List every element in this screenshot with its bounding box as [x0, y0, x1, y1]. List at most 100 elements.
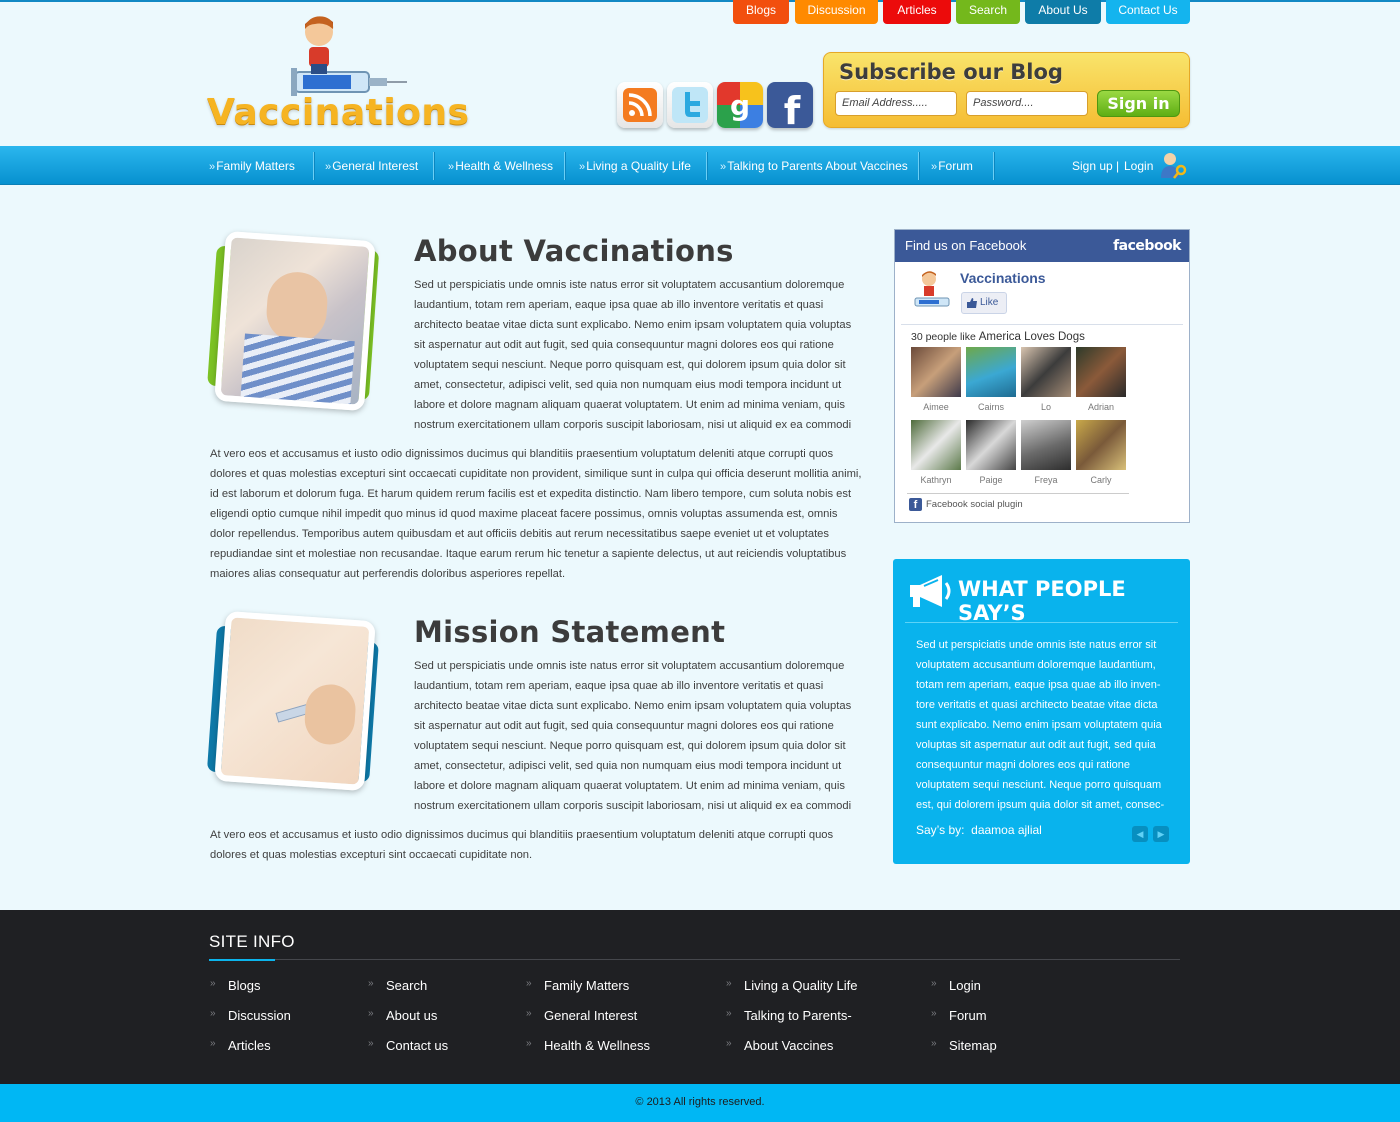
subscribe-box: Subscribe our Blog Email Address..... Pa… — [823, 52, 1190, 128]
footer-link-sitemap[interactable]: » Sitemap — [931, 1038, 997, 1053]
fan-name: Adrian — [1087, 402, 1114, 412]
facebook-icon[interactable]: f — [767, 82, 813, 128]
logo-text: Vaccinations — [207, 92, 470, 133]
facebook-likes-count: 30 people like America Loves Dogs — [911, 331, 1085, 343]
nav-living-quality-life[interactable]: » Living a Quality Life — [579, 154, 691, 178]
syringe-boy-icon — [291, 16, 407, 96]
fan-avatar[interactable] — [1076, 420, 1126, 470]
tab-contact-us[interactable]: Contact Us — [1106, 0, 1190, 24]
double-chevron-icon: » — [526, 1038, 531, 1049]
fan-avatar[interactable] — [911, 420, 961, 470]
tab-discussion[interactable]: Discussion — [795, 0, 878, 24]
testimonials-title: WHAT PEOPLE SAY’S — [958, 577, 1126, 625]
link-label: Discussion — [228, 1008, 291, 1023]
footer-link-family-matters[interactable]: » Family Matters — [526, 978, 629, 993]
about-paragraph-2: At vero eos et accusamus et iusto odio d… — [210, 448, 862, 580]
footer-link-about-vaccines[interactable]: » About Vaccines — [726, 1038, 833, 1053]
nav-divider — [993, 152, 994, 180]
top-border — [0, 0, 1400, 2]
fan-avatar[interactable] — [1021, 347, 1071, 397]
tab-search[interactable]: Search — [956, 0, 1020, 24]
double-chevron-icon: » — [726, 978, 731, 989]
footer-link-about-us[interactable]: » About us — [368, 1008, 437, 1023]
nav-divider — [433, 152, 434, 180]
footer-link-talking-to-parents[interactable]: » Talking to Parents- — [726, 1008, 852, 1023]
twitter-icon[interactable] — [667, 82, 713, 128]
link-label: Blogs — [228, 978, 261, 993]
footer-divider — [209, 959, 1180, 960]
double-chevron-icon: » — [931, 1008, 936, 1019]
footer-link-forum[interactable]: » Forum — [931, 1008, 987, 1023]
link-label: Search — [386, 978, 428, 993]
fan-name: Lo — [1040, 402, 1051, 412]
nav-divider — [706, 152, 707, 180]
nav-general-interest[interactable]: » General Interest — [325, 154, 418, 178]
signup-link[interactable]: Sign up — [1072, 154, 1113, 178]
copyright-bar: © 2013 All rights reserved. — [0, 1084, 1400, 1122]
about-title: About Vaccinations — [414, 234, 734, 268]
fan-name: Aimee — [923, 402, 949, 412]
facebook-header-text: Find us on Facebook — [905, 238, 1027, 253]
mission-photo-frame — [206, 610, 379, 792]
footer-link-search[interactable]: » Search — [368, 978, 428, 993]
nav-forum[interactable]: » Forum — [931, 154, 973, 178]
site-logo[interactable]: Vaccinations — [207, 14, 469, 133]
footer-link-blogs[interactable]: » Blogs — [210, 978, 261, 993]
link-label: Login — [949, 978, 981, 993]
facebook-widget: Find us on Facebook facebook Vaccination… — [894, 229, 1190, 523]
facebook-page-name[interactable]: Vaccinations — [960, 270, 1046, 286]
sign-in-button[interactable]: Sign in — [1097, 90, 1180, 117]
double-chevron-icon: » — [368, 1008, 373, 1019]
nav-talking-to-parents[interactable]: » Talking to Parents About Vaccines — [720, 154, 908, 178]
double-chevron-icon: » — [726, 1008, 731, 1019]
google-icon[interactable]: g — [717, 82, 763, 128]
double-chevron-icon: » — [368, 1038, 373, 1049]
tab-blogs[interactable]: Blogs — [733, 0, 789, 24]
footer-link-discussion[interactable]: » Discussion — [210, 1008, 291, 1023]
footer-link-contact-us[interactable]: » Contact us — [368, 1038, 449, 1053]
injection-image — [214, 610, 376, 792]
fan-avatar[interactable] — [911, 347, 961, 397]
password-field[interactable]: Password.... — [966, 91, 1088, 116]
nav-divider — [564, 152, 565, 180]
fan-avatar[interactable] — [966, 347, 1016, 397]
footer-link-living-quality-life[interactable]: » Living a Quality Life — [726, 978, 857, 993]
link-label: Contact us — [386, 1038, 449, 1053]
fan-avatar[interactable] — [966, 420, 1016, 470]
footer-link-health-wellness[interactable]: » Health & Wellness — [526, 1038, 650, 1053]
footer-link-general-interest[interactable]: » General Interest — [526, 1008, 637, 1023]
fan-avatar[interactable] — [1021, 420, 1071, 470]
tab-about-us[interactable]: About Us — [1025, 0, 1101, 24]
footer-link-login[interactable]: » Login — [931, 978, 981, 993]
likes-text: 30 people like — [911, 331, 976, 343]
double-chevron-icon: » — [526, 978, 531, 989]
facebook-plugin-label[interactable]: f Facebook social plugin — [909, 498, 1023, 511]
nav-health-wellness[interactable]: » Health & Wellness — [448, 154, 553, 178]
next-arrow-icon[interactable]: ▶ — [1153, 826, 1169, 842]
double-chevron-icon: » — [210, 1008, 215, 1019]
likes-page[interactable]: America Loves Dogs — [979, 331, 1085, 343]
hand-shape — [303, 682, 358, 747]
facebook-like-button[interactable]: Like — [961, 292, 1007, 314]
double-chevron-icon: » — [209, 161, 215, 173]
subscribe-title: Subscribe our Blog — [839, 60, 1063, 84]
login-link[interactable]: Login — [1124, 154, 1153, 178]
fan-avatar[interactable] — [1076, 347, 1126, 397]
nav-family-matters[interactable]: » Family Matters — [209, 154, 295, 178]
child-face-shape — [264, 270, 330, 345]
nav-divider — [313, 152, 314, 180]
double-chevron-icon: » — [448, 161, 454, 173]
email-field[interactable]: Email Address..... — [835, 91, 957, 116]
user-key-icon[interactable] — [1158, 150, 1188, 180]
nav-separator: | — [1116, 159, 1120, 173]
double-chevron-icon: » — [931, 161, 937, 173]
rss-icon[interactable] — [617, 82, 663, 128]
thumbs-up-icon — [967, 298, 977, 308]
prev-arrow-icon[interactable]: ◀ — [1132, 826, 1148, 842]
footer-link-articles[interactable]: » Articles — [210, 1038, 271, 1053]
nav-label: Health & Wellness — [455, 159, 554, 173]
mission-paragraph-1: Sed ut perspiciatis unde omnis iste natu… — [414, 660, 852, 812]
tab-articles[interactable]: Articles — [883, 0, 951, 24]
page: Blogs Discussion Articles Search About U… — [0, 0, 1400, 1122]
testimonials-divider — [905, 622, 1178, 623]
